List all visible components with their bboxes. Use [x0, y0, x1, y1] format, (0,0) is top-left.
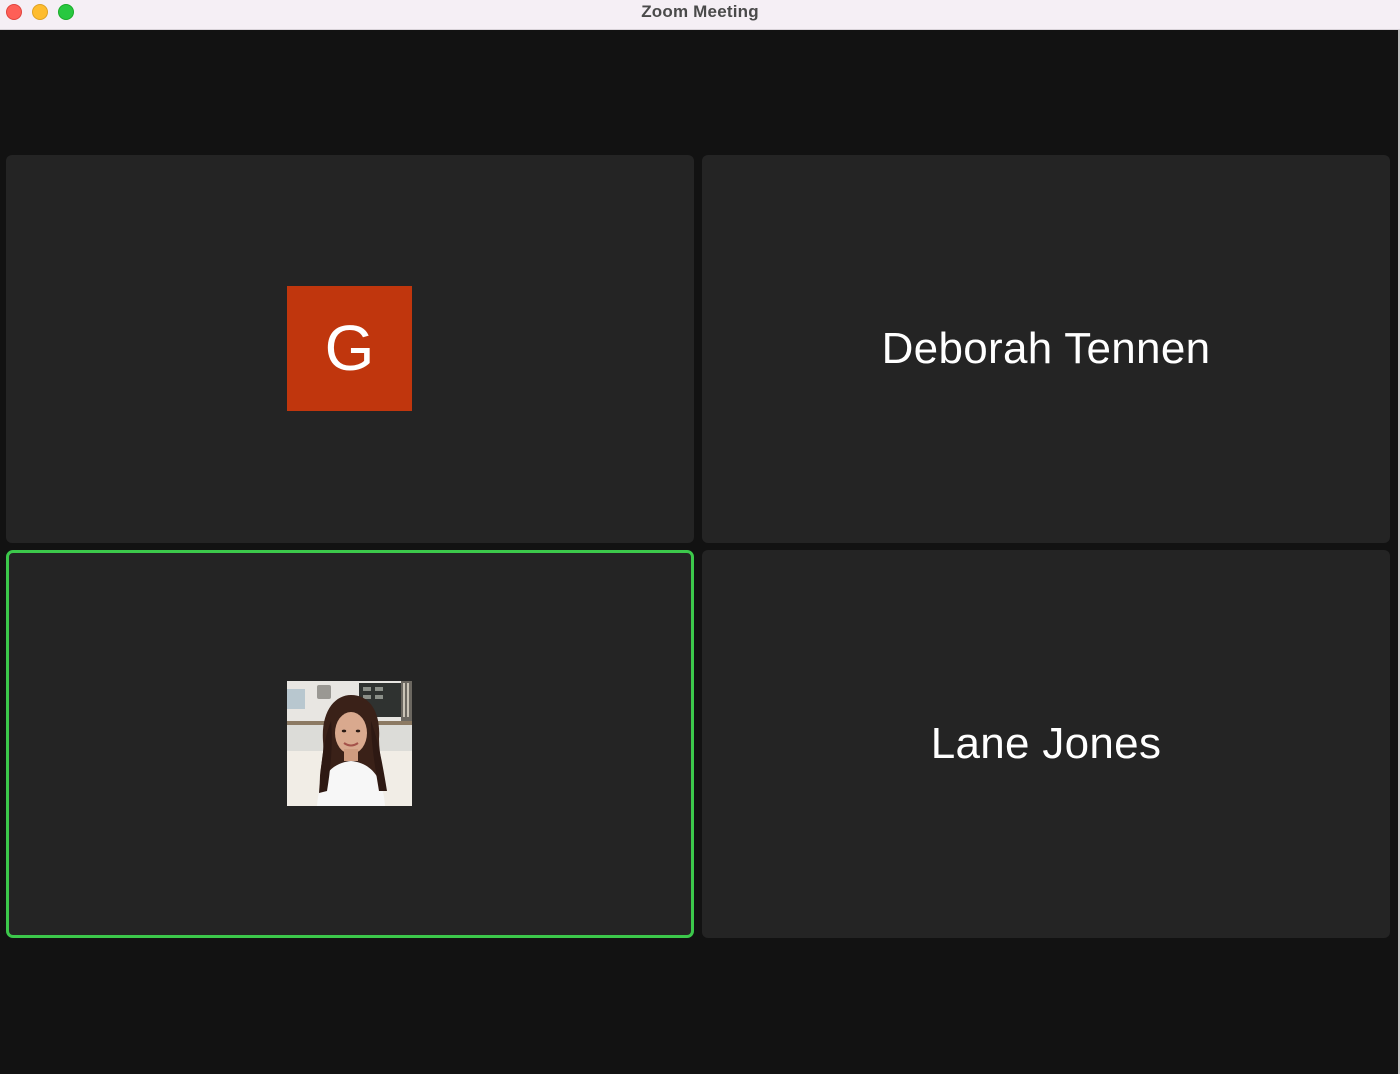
window-title: Zoom Meeting	[641, 2, 759, 21]
participant-tile[interactable]: Deborah Tennen	[702, 155, 1390, 543]
participant-tile-active-speaker[interactable]	[6, 550, 694, 938]
avatar-initial: G	[287, 286, 412, 411]
avatar-photo	[287, 681, 412, 806]
avatar-photo-image	[287, 681, 412, 806]
window-titlebar: Zoom Meeting	[0, 0, 1400, 30]
participant-tile[interactable]: Lane Jones	[702, 550, 1390, 938]
participant-tile[interactable]: G	[6, 155, 694, 543]
participant-name: Lane Jones	[930, 719, 1162, 768]
participant-name: Deborah Tennen	[881, 324, 1211, 373]
